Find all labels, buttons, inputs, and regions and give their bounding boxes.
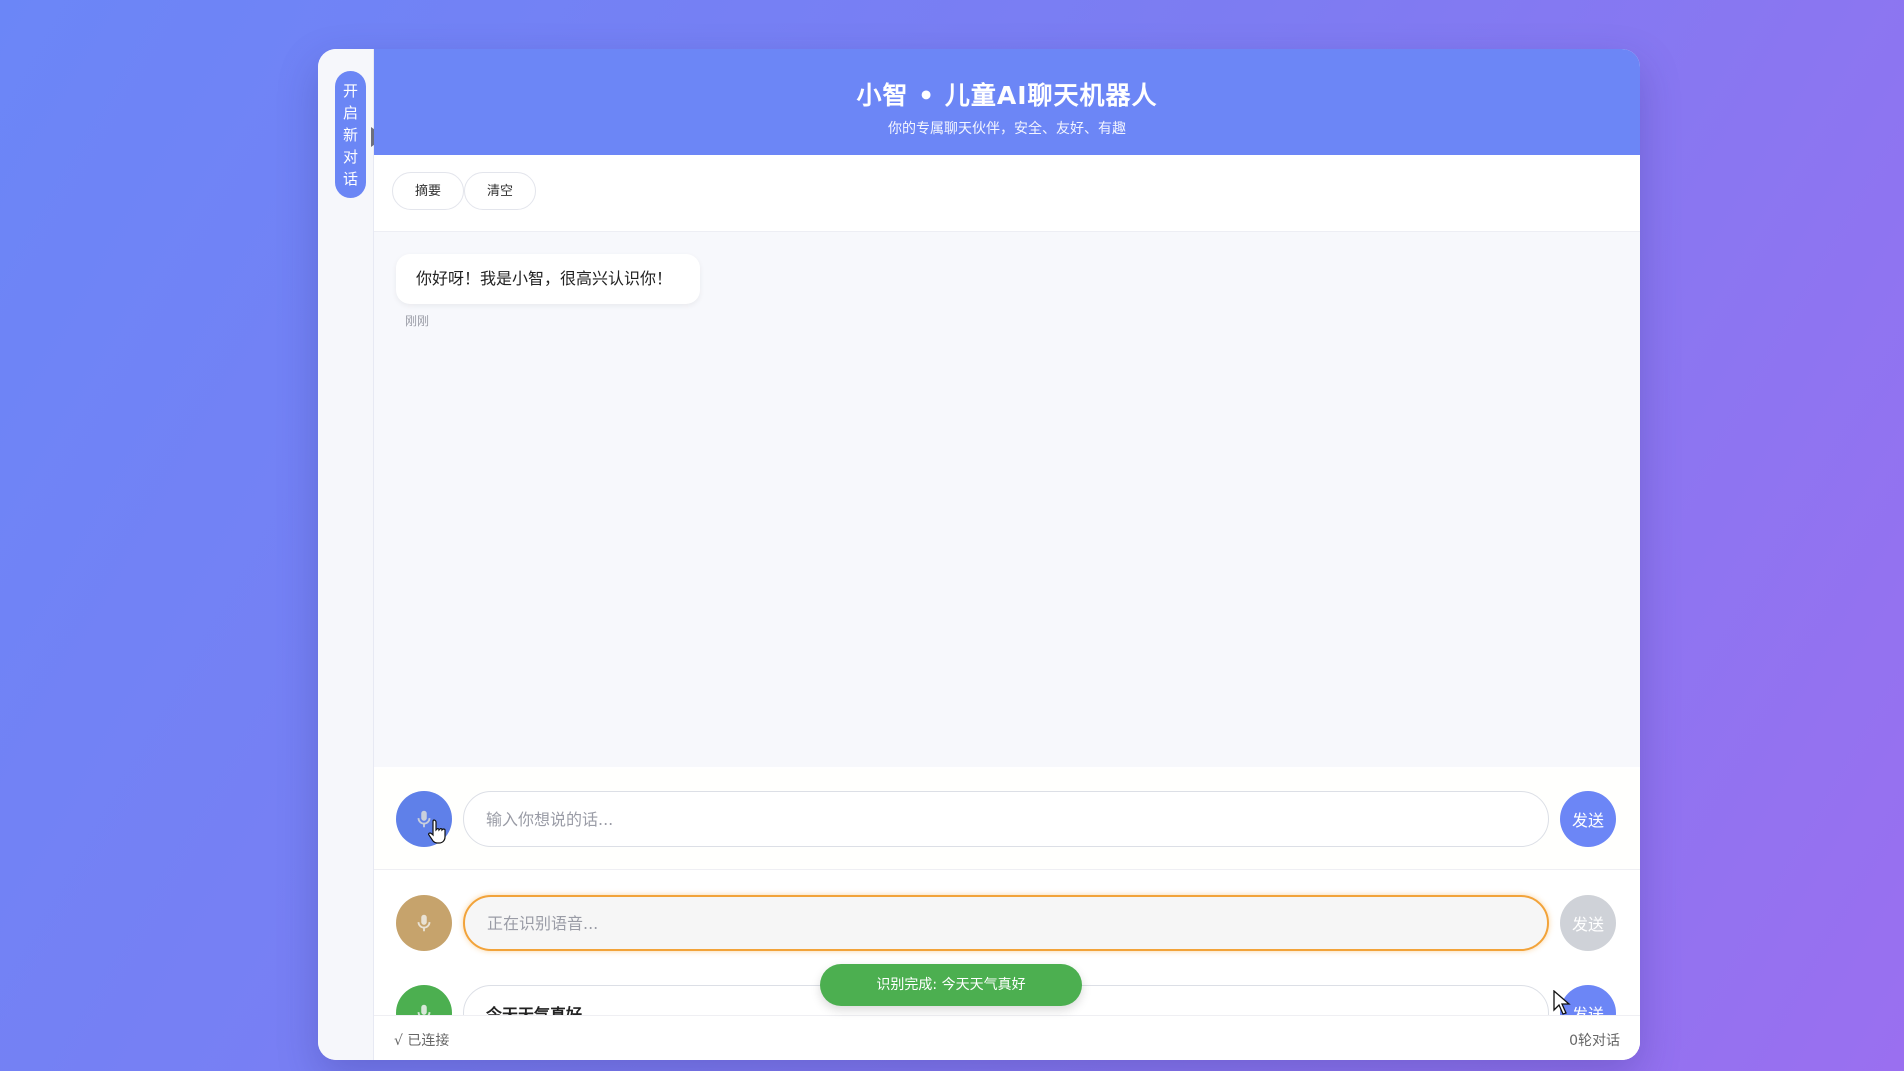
new-chat-button[interactable]: 开启新对话 [335,71,366,198]
mic-button-recording[interactable] [396,895,452,951]
connection-status: √ 已连接 [394,1033,450,1049]
sidebar: 开启新对话 [318,49,374,1060]
message-input[interactable] [463,791,1549,847]
input-row-recognizing: 发送 [374,873,1640,973]
app-subtitle: 你的专属聊天伙伴，安全、友好、有趣 [888,121,1126,137]
app-title: 小智 • 儿童AI聊天机器人 [856,81,1158,110]
message-list: 你好呀！我是小智，很高兴认识你！ 刚刚 [374,232,1640,767]
summary-button[interactable]: 摘要 [392,172,465,210]
arrow-cursor-icon [1553,990,1571,1015]
status-bar: √ 已连接 0轮对话 [374,1015,1640,1060]
message-timestamp: 刚刚 [405,314,430,328]
header: 小智 • 儿童AI聊天机器人 你的专属聊天伙伴，安全、友好、有趣 [374,49,1640,155]
message-input-recognizing[interactable] [463,895,1549,951]
microphone-icon [417,914,431,932]
new-chat-label: 开启新对话 [342,81,358,188]
main-panel: 小智 • 儿童AI聊天机器人 你的专属聊天伙伴，安全、友好、有趣 摘要 清空 你… [374,49,1640,1060]
toolbar: 摘要 清空 [374,155,1640,232]
hand-cursor-icon [427,819,446,844]
chat-app-window: 开启新对话 小智 • 儿童AI聊天机器人 你的专属聊天伙伴，安全、友好、有趣 摘… [318,49,1640,1060]
clear-button[interactable]: 清空 [464,172,537,210]
recognition-toast: 识别完成: 今天天气真好 [820,964,1082,1006]
input-row-idle: 发送 [374,769,1640,870]
bot-message-bubble: 你好呀！我是小智，很高兴认识你！ [396,254,701,304]
send-button[interactable]: 发送 [1560,791,1616,847]
turn-count: 0轮对话 [1569,1033,1620,1049]
send-button-disabled[interactable]: 发送 [1560,895,1616,951]
